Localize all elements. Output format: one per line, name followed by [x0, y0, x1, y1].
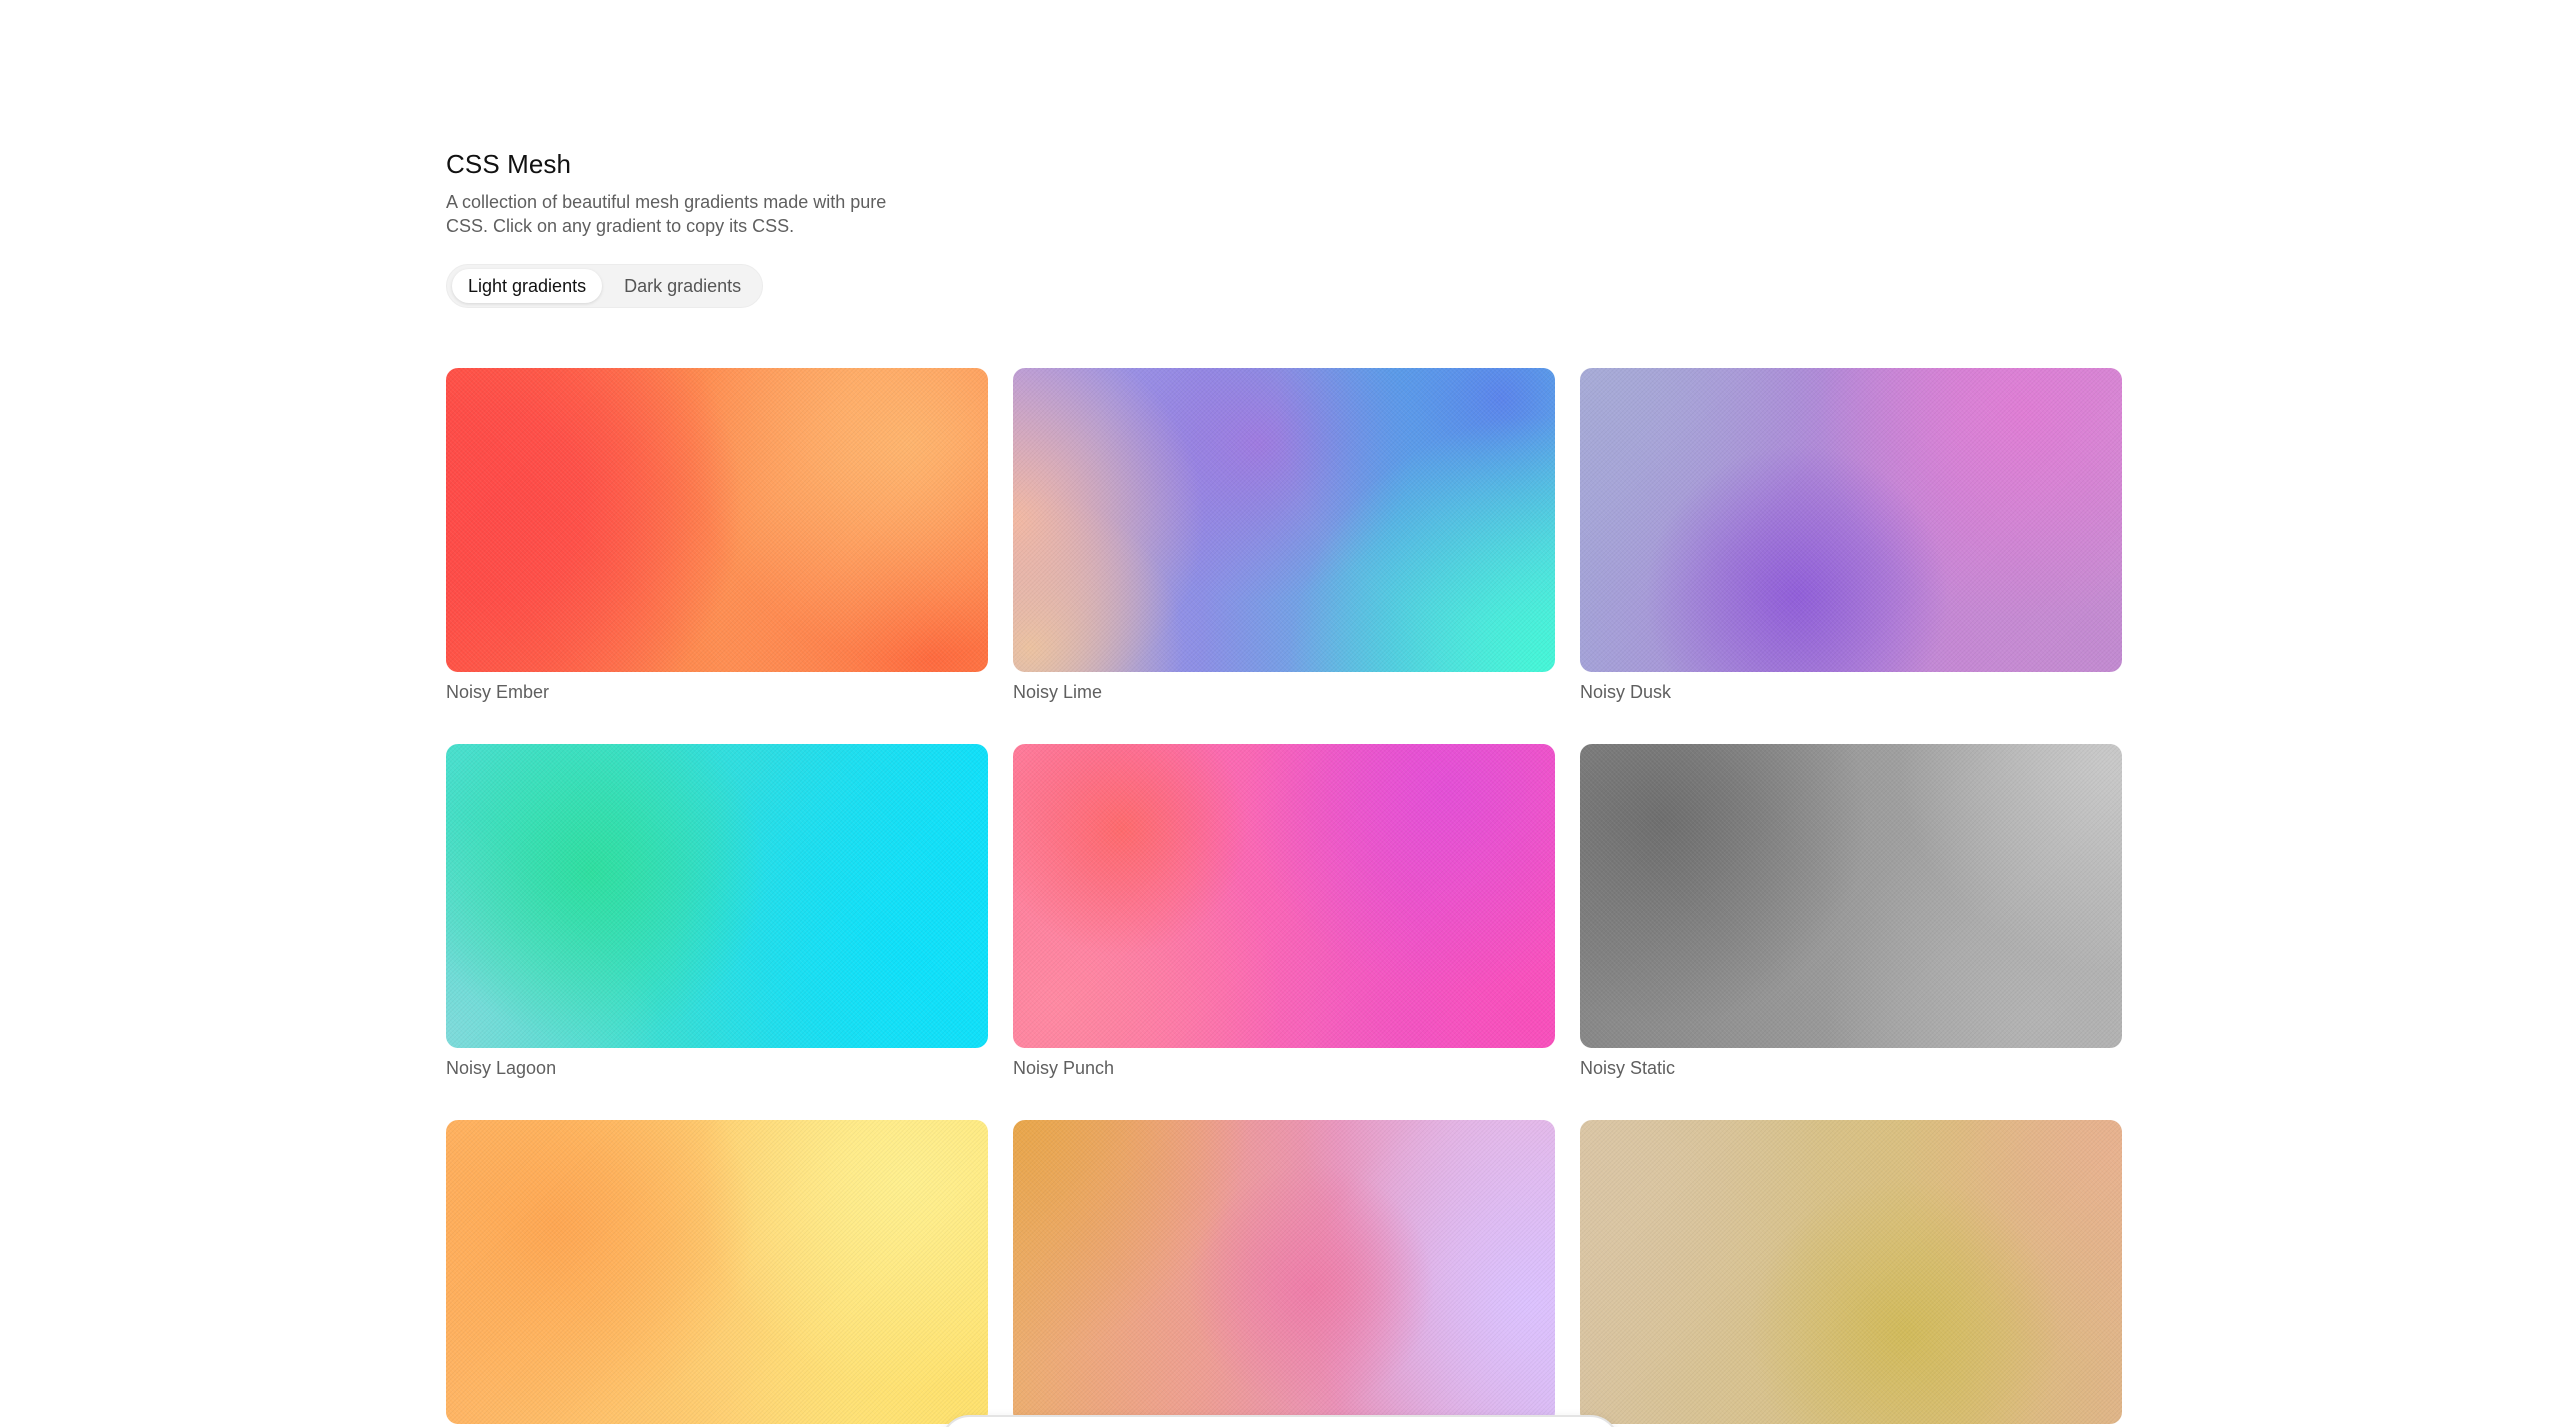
- gradient-card-noisy-static[interactable]: Noisy Static: [1580, 744, 2122, 1080]
- page-title: CSS Mesh: [446, 149, 572, 179]
- gradient-card-noisy-punch[interactable]: Noisy Punch: [1013, 744, 1555, 1080]
- gradient-grid: Noisy Ember Noisy Lime Noisy Dusk Noisy …: [446, 368, 2122, 1427]
- gradient-card-7[interactable]: [446, 1120, 988, 1427]
- gradient-name: Noisy Lagoon: [446, 1058, 557, 1078]
- page-description: A collection of beautiful mesh gradients…: [446, 192, 887, 236]
- gradient-swatch[interactable]: [1013, 1120, 1555, 1424]
- gradient-card-noisy-dusk[interactable]: Noisy Dusk: [1580, 368, 2122, 704]
- gradient-card-noisy-lime[interactable]: Noisy Lime: [1013, 368, 1555, 704]
- gradient-swatch[interactable]: [1580, 744, 2122, 1048]
- main-content: CSS Mesh A collection of beautiful mesh …: [446, 148, 2122, 1424]
- gradient-name: Noisy Dusk: [1580, 682, 1672, 702]
- gradient-card-noisy-ember[interactable]: Noisy Ember: [446, 368, 988, 704]
- gradient-card-8[interactable]: [1013, 1120, 1555, 1427]
- gradient-swatch[interactable]: [446, 1120, 988, 1424]
- gradient-card-noisy-lagoon[interactable]: Noisy Lagoon: [446, 744, 988, 1080]
- gradient-swatch[interactable]: [1013, 368, 1555, 672]
- gradient-swatch[interactable]: [446, 744, 988, 1048]
- gradient-swatch[interactable]: [1580, 1120, 2122, 1424]
- gradient-name: Noisy Static: [1580, 1058, 1676, 1078]
- page: CSS Mesh A collection of beautiful mesh …: [0, 0, 2560, 1427]
- floating-toolbar[interactable]: [940, 1415, 1620, 1427]
- gradient-name: Noisy Lime: [1013, 682, 1103, 702]
- gradient-name: Noisy Ember: [446, 682, 550, 702]
- gradient-swatch[interactable]: [446, 368, 988, 672]
- light-gradients-tab[interactable]: Light gradients: [452, 269, 603, 303]
- gradient-card-9[interactable]: [1580, 1120, 2122, 1427]
- gradient-theme-toggle: Light gradients Dark gradients: [446, 264, 764, 308]
- gradient-name: Noisy Punch: [1013, 1058, 1115, 1078]
- gradient-swatch[interactable]: [1580, 368, 2122, 672]
- gradient-swatch[interactable]: [1013, 744, 1555, 1048]
- dark-gradients-tab[interactable]: Dark gradients: [608, 269, 757, 303]
